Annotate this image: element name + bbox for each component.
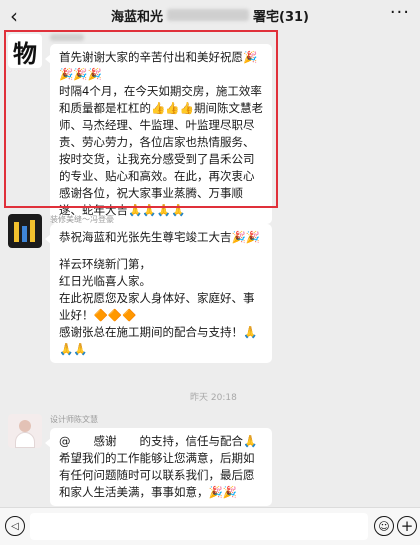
timestamp: 昨天 20:18 (190, 393, 237, 403)
chat-header: ‹ 海蓝和光 署宅(31) ··· (0, 0, 420, 30)
message-3: 设计师陈文慧 @ 感谢 的支持，信任与配合🙏希望我们的工作能够让您满意，后期如有… (8, 414, 278, 506)
chevron-left-icon[interactable]: ‹ (10, 4, 18, 28)
more-dots-icon[interactable]: ··· (390, 2, 410, 23)
message-bubble[interactable]: @ 感谢 的支持，信任与配合🙏希望我们的工作能够让您满意，后期如有任何问题随时可… (45, 428, 278, 506)
chat-title-start: 海蓝和光 (111, 9, 164, 25)
message-text: @ 感谢 的支持，信任与配合🙏希望我们的工作能够让您满意，后期如有任何问题随时可… (59, 434, 278, 499)
message-text: 首先谢谢大家的辛苦付出和美好祝愿🎉🎉🎉🎉 (59, 50, 258, 81)
message-text: 祥云环绕新门第， (59, 257, 151, 271)
sender-name: 设计师陈文慧 (50, 415, 98, 424)
voice-icon[interactable]: ◁ (5, 516, 25, 536)
chat-title-end: 署宅(31) (253, 9, 309, 25)
chat-title: 海蓝和光 署宅(31) (111, 6, 309, 25)
message-text: 在此祝愿您及家人身体好、家庭好、事业好！🔶🔶🔶 (59, 291, 255, 322)
message-text: 恭祝海蓝和光张先生尊宅竣工大吉🎉🎉 (59, 230, 261, 244)
sender-redacted (50, 34, 84, 41)
message-text: 红日光临喜人家。 (59, 274, 151, 288)
plus-icon[interactable]: + (397, 516, 417, 536)
avatar-text: 物 (13, 38, 37, 68)
message-bubble[interactable]: 恭祝海蓝和光张先生尊宅竣工大吉🎉🎉 祥云环绕新门第， 红日光临喜人家。 在此祝愿… (45, 224, 272, 363)
message-1: 物 首先谢谢大家的辛苦付出和美好祝愿🎉🎉🎉🎉 时隔4个月，在今天如期交房，施工效… (8, 34, 278, 224)
message-text: 时隔4个月，在今天如期交房，施工效率和质量都是杠杠的👍👍👍期间陈文慧老师、马杰经… (59, 84, 263, 217)
message-text: 感谢张总在施工期间的配合与支持！🙏🙏🙏 (59, 325, 258, 356)
redacted-name (167, 9, 250, 21)
message-2: 装修美缝～冯登豪 恭祝海蓝和光张先生尊宅竣工大吉🎉🎉 祥云环绕新门第， 红日光临… (8, 214, 278, 364)
emoji-icon[interactable]: ☺ (374, 516, 394, 536)
avatar[interactable] (8, 214, 42, 248)
input-bar: ◁ ☺ + (0, 507, 420, 545)
message-text (59, 246, 263, 256)
avatar[interactable] (8, 414, 42, 448)
message-bubble[interactable]: 首先谢谢大家的辛苦付出和美好祝愿🎉🎉🎉🎉 时隔4个月，在今天如期交房，施工效率和… (45, 44, 272, 224)
message-input[interactable] (30, 513, 368, 540)
avatar[interactable]: 物 (8, 34, 42, 68)
